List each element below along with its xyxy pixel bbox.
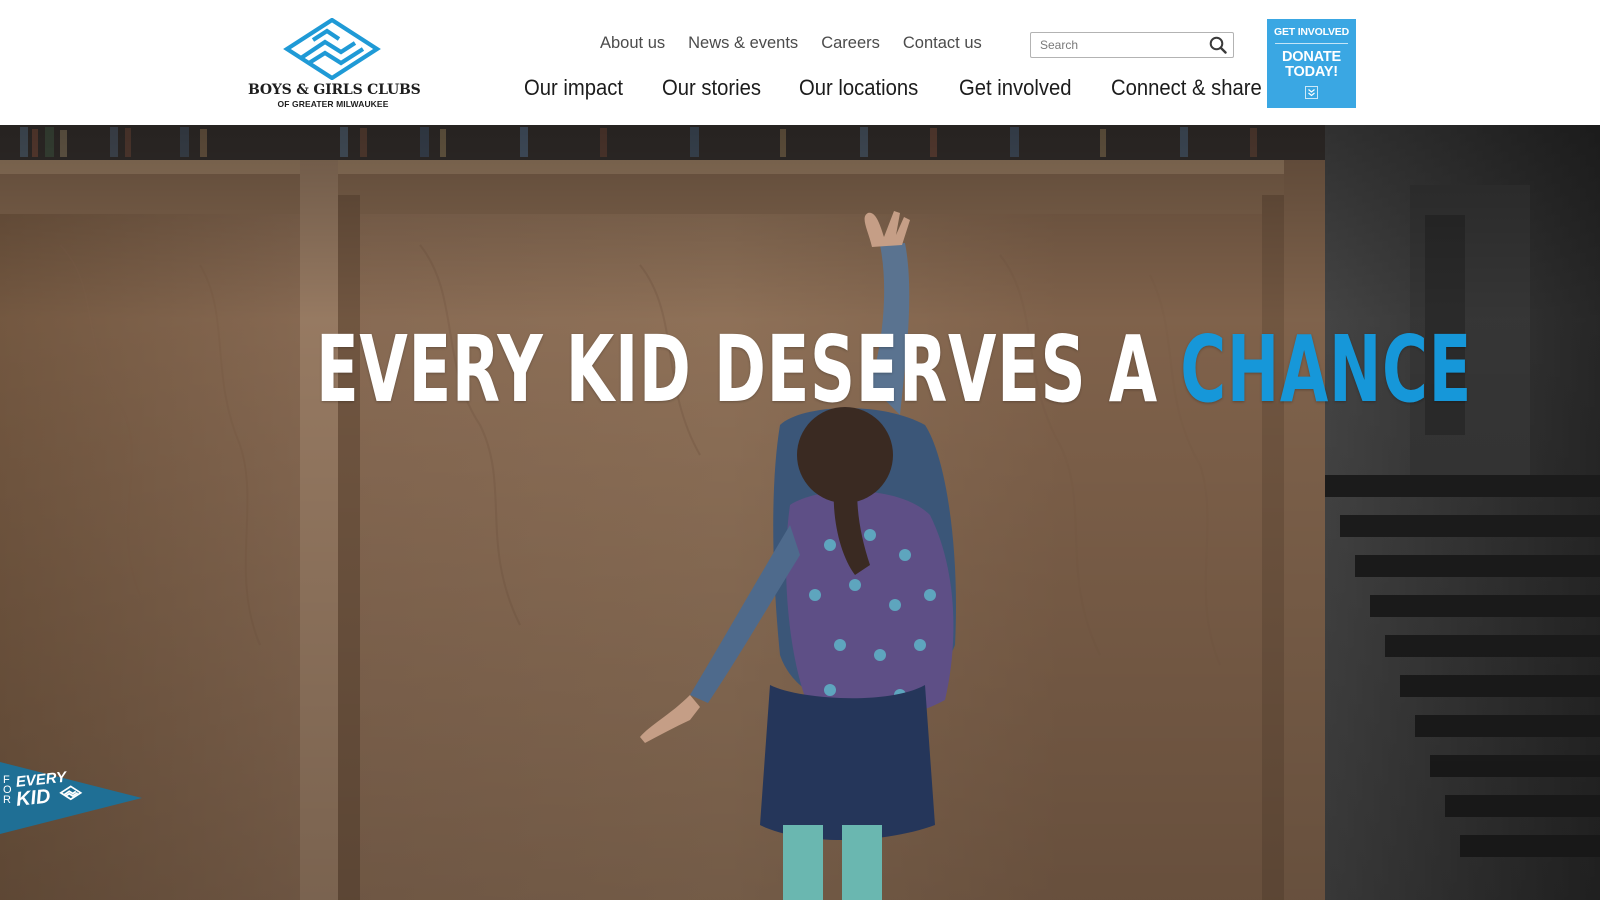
pennant-kid-text: KID (15, 785, 52, 811)
nav-our-impact[interactable]: Our impact (524, 75, 623, 107)
util-link-news-events[interactable]: News & events (688, 34, 798, 56)
search-input[interactable] (1031, 33, 1203, 57)
donate-button[interactable]: GET INVOLVED DONATE TODAY! (1267, 19, 1356, 108)
nav-our-stories[interactable]: Our stories (662, 75, 761, 107)
hero-headline-lead: EVERY KID DESERVES A (316, 316, 1181, 423)
logo-name: BOYS & GIRLS CLUBS (248, 82, 421, 98)
donate-main-label-line1: DONATE (1282, 49, 1341, 65)
util-link-careers[interactable]: Careers (821, 34, 880, 56)
hero-banner: EVERY KID DESERVES A CHANCE (0, 125, 1600, 900)
logo-subtitle: OF GREATER MILWAUKEE (277, 99, 389, 109)
donate-top-label: GET INVOLVED (1274, 26, 1349, 38)
nav-connect-share[interactable]: Connect & share (1111, 75, 1262, 107)
main-nav: Our impact Our stories Our locations Get… (524, 75, 1305, 107)
donate-divider (1275, 43, 1348, 44)
site-header: BOYS & GIRLS CLUBS OF GREATER MILWAUKEE … (0, 0, 1600, 125)
util-link-about-us[interactable]: About us (600, 34, 665, 56)
donate-main-label: DONATE TODAY! (1267, 50, 1356, 80)
search-box (1030, 32, 1234, 58)
site-logo[interactable]: BOYS & GIRLS CLUBS OF GREATER MILWAUKEE (248, 18, 421, 112)
hero-photo (0, 125, 1600, 900)
util-link-contact-us[interactable]: Contact us (903, 34, 982, 56)
utility-nav: About us News & events Careers Contact u… (600, 34, 1005, 56)
donate-main-label-line2: TODAY! (1285, 64, 1338, 80)
hero-headline-highlight: CHANCE (1180, 316, 1473, 423)
nav-get-involved[interactable]: Get involved (959, 75, 1072, 107)
boys-girls-clubs-hands-icon (283, 18, 381, 80)
chevron-down-icon (1305, 86, 1318, 99)
search-icon[interactable] (1209, 36, 1227, 54)
nav-our-locations[interactable]: Our locations (799, 75, 918, 107)
pennant-for-text: F O R (3, 774, 12, 806)
hero-headline: EVERY KID DESERVES A CHANCE (316, 315, 1471, 425)
